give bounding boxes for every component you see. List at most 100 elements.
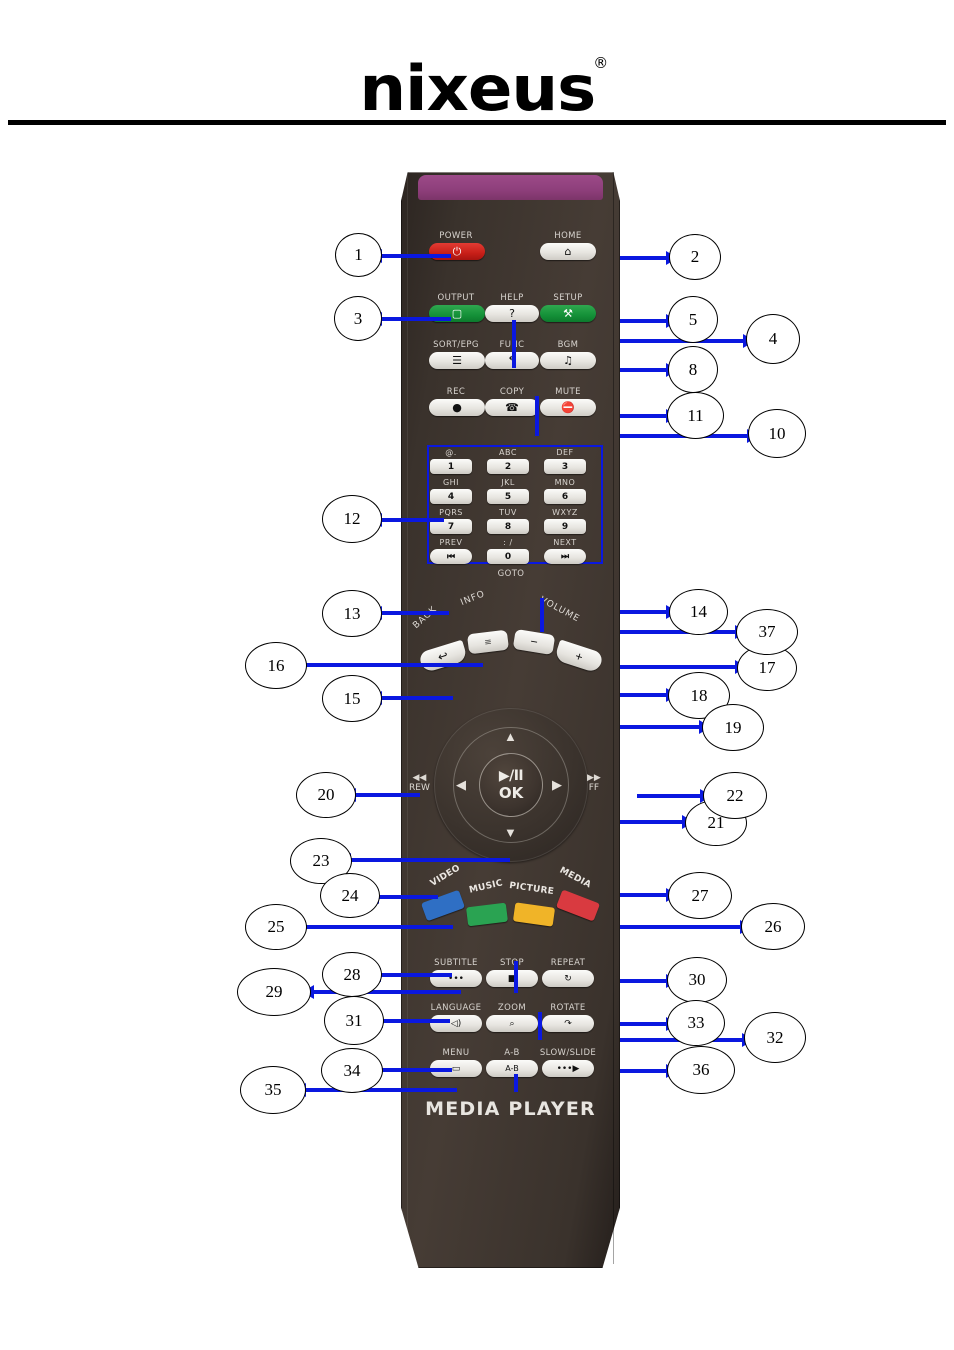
callout-20: 20 bbox=[296, 772, 356, 818]
rec-button[interactable]: ● bbox=[429, 399, 485, 416]
ab-icon: A-B bbox=[505, 1064, 519, 1073]
output-icon: ▢ bbox=[451, 307, 463, 320]
key-4[interactable]: 4 bbox=[430, 489, 472, 504]
leader-line-37 bbox=[620, 630, 736, 634]
repeat-loop-icon: ↻ bbox=[564, 973, 572, 984]
menu-label: MENU bbox=[442, 1048, 470, 1058]
callout-34: 34 bbox=[321, 1048, 383, 1093]
ok-label: OK bbox=[498, 784, 524, 802]
leader-line-22 bbox=[637, 794, 701, 798]
callout-4: 4 bbox=[746, 314, 800, 364]
rotate-label: ROTATE bbox=[550, 1003, 586, 1013]
ab-label: A-B bbox=[504, 1048, 520, 1058]
key-2[interactable]: 2 bbox=[487, 459, 529, 474]
key-1-letters: @. bbox=[445, 448, 457, 457]
leader-line-8 bbox=[620, 368, 667, 372]
ab-button[interactable]: A-B bbox=[486, 1060, 538, 1077]
rotate-button[interactable]: ↷ bbox=[542, 1015, 594, 1032]
key-0[interactable]: 0 bbox=[487, 549, 529, 564]
leader-line-11 bbox=[620, 414, 667, 418]
key-5-letters: JKL bbox=[501, 478, 515, 487]
copy-button[interactable]: ☎ bbox=[485, 399, 539, 416]
bgm-label: BGM bbox=[557, 340, 579, 350]
key-9-letters: WXYZ bbox=[552, 508, 578, 517]
setup-label: SETUP bbox=[553, 293, 583, 303]
rec-label: REC bbox=[446, 387, 466, 397]
ff-control[interactable]: ▶▶ FF bbox=[587, 773, 601, 794]
mute-button[interactable]: ⛔ bbox=[540, 399, 596, 416]
callout-19: 19 bbox=[702, 704, 764, 751]
home-icon: ⌂ bbox=[564, 245, 572, 258]
callout-37: 37 bbox=[736, 609, 798, 655]
callout-27: 27 bbox=[668, 872, 732, 919]
leader-stub-35 bbox=[514, 1074, 518, 1092]
subtitle-label: SUBTITLE bbox=[434, 958, 478, 968]
key-2-letters: ABC bbox=[499, 448, 517, 457]
leader-line-3 bbox=[381, 317, 451, 321]
rotate-90-icon: ↷ bbox=[564, 1018, 572, 1029]
key-1[interactable]: 1 bbox=[430, 459, 472, 474]
repeat-button[interactable]: ↻ bbox=[542, 970, 594, 987]
stop-label: STOP bbox=[499, 958, 525, 968]
key-6-letters: MNO bbox=[554, 478, 576, 487]
dpad-down-button[interactable]: ▼ bbox=[504, 826, 517, 839]
language-button[interactable]: ◁) bbox=[430, 1015, 482, 1032]
key-8[interactable]: 8 bbox=[487, 519, 529, 534]
leader-line-26 bbox=[620, 925, 741, 929]
leader-line-35 bbox=[305, 1088, 457, 1092]
callout-22: 22 bbox=[703, 772, 767, 819]
leader-line-27 bbox=[620, 893, 667, 897]
key-6[interactable]: 6 bbox=[544, 489, 586, 504]
sort-epg-button[interactable]: ☰ bbox=[429, 352, 485, 369]
leader-line-30 bbox=[620, 979, 667, 983]
callout-14: 14 bbox=[669, 589, 728, 635]
navigation-dpad[interactable]: ▲ ▼ ◀ ▶ ▶/II OK bbox=[434, 708, 588, 862]
dpad-up-button[interactable]: ▲ bbox=[504, 730, 517, 743]
info-lines-icon: ≡ bbox=[483, 634, 493, 649]
zoom-button[interactable]: ⌕ bbox=[486, 1015, 538, 1032]
leader-line-17 bbox=[620, 665, 736, 669]
key-3-letters: DEF bbox=[556, 448, 574, 457]
brand-wordmark: nixeus bbox=[359, 52, 596, 125]
callout-1: 1 bbox=[335, 233, 382, 277]
home-label: HOME bbox=[554, 231, 582, 241]
header-divider bbox=[8, 120, 946, 125]
callout-13: 13 bbox=[322, 590, 382, 637]
callout-3: 3 bbox=[334, 296, 382, 341]
leader-stub-37 bbox=[540, 598, 544, 632]
bgm-button[interactable]: ♫ bbox=[540, 352, 596, 369]
callout-11: 11 bbox=[667, 392, 724, 439]
music-note-icon: ♫ bbox=[563, 354, 573, 367]
key-3[interactable]: 3 bbox=[544, 459, 586, 474]
prev-button[interactable]: ⏮ bbox=[430, 549, 472, 564]
callout-28: 28 bbox=[322, 952, 382, 997]
rew-icon: ◀◀ bbox=[412, 773, 427, 783]
callout-12: 12 bbox=[322, 495, 382, 543]
leader-stub-10 bbox=[535, 396, 539, 436]
callout-25: 25 bbox=[245, 904, 307, 950]
ff-icon: ▶▶ bbox=[587, 773, 601, 783]
brand-logo: nixeus ® bbox=[0, 52, 954, 125]
callout-16: 16 bbox=[245, 642, 307, 689]
leader-line-21 bbox=[620, 820, 683, 824]
rew-control[interactable]: ◀◀ REW bbox=[409, 773, 430, 794]
slow-slide-button[interactable]: •••▶ bbox=[542, 1060, 594, 1077]
menu-rect-icon: ▭ bbox=[451, 1063, 461, 1074]
next-button[interactable]: ⏭ bbox=[544, 549, 586, 564]
zoom-label: ZOOM bbox=[497, 1003, 527, 1013]
dpad-right-button[interactable]: ▶ bbox=[552, 778, 562, 791]
ok-play-pause-button[interactable]: ▶/II OK bbox=[479, 753, 543, 817]
dpad-left-button[interactable]: ◀ bbox=[456, 778, 466, 791]
callout-31: 31 bbox=[324, 996, 384, 1045]
key-5[interactable]: 5 bbox=[487, 489, 529, 504]
wrench-icon: ⚒ bbox=[563, 307, 573, 320]
callout-5: 5 bbox=[668, 296, 718, 343]
callout-36: 36 bbox=[667, 1046, 735, 1094]
stop-button[interactable]: ■ bbox=[486, 970, 538, 987]
key-9[interactable]: 9 bbox=[544, 519, 586, 534]
ir-window bbox=[418, 175, 603, 200]
setup-button[interactable]: ⚒ bbox=[540, 305, 596, 322]
plus-icon: + bbox=[573, 647, 585, 665]
leader-line-13 bbox=[381, 611, 449, 615]
home-button[interactable]: ⌂ bbox=[540, 243, 596, 260]
